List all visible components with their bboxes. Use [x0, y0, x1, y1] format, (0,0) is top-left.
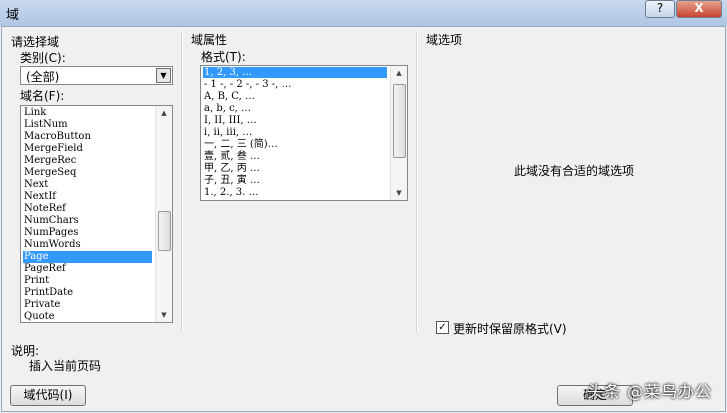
- fieldname-item[interactable]: Quote: [23, 311, 152, 322]
- scroll-up-icon[interactable]: ▲: [156, 106, 172, 120]
- field-dialog: 域 ? X 请选择域 类别(C): (全部) ▼ 域名(F): Link List…: [0, 0, 727, 413]
- scroll-down-icon[interactable]: ▼: [391, 186, 407, 200]
- format-item[interactable]: 一, 二, 三 (简)…: [203, 139, 387, 150]
- format-item[interactable]: 1, 2, 3, …: [203, 67, 387, 78]
- dialog-body: 请选择域 类别(C): (全部) ▼ 域名(F): Link ListNum Mac…: [1, 26, 726, 412]
- fieldname-item[interactable]: PageRef: [23, 263, 152, 275]
- format-item[interactable]: 甲, 乙, 丙 …: [203, 163, 387, 174]
- fieldname-item[interactable]: PrintDate: [23, 287, 152, 299]
- format-item[interactable]: A, B, C, …: [203, 91, 387, 102]
- category-select[interactable]: (全部) ▼: [20, 66, 173, 85]
- title-bar: 域 ? X: [0, 0, 727, 26]
- format-item[interactable]: 子, 丑, 寅 …: [203, 175, 387, 186]
- separator: [181, 31, 183, 333]
- description-text: 插入当前页码: [29, 359, 102, 373]
- fieldname-item[interactable]: Next: [23, 179, 152, 191]
- choose-field-heading: 请选择域: [11, 35, 60, 49]
- no-options-text: 此域没有合适的域选项: [514, 164, 635, 178]
- fieldname-scrollbar[interactable]: ▲ ▼: [155, 106, 172, 322]
- format-item[interactable]: 壹, 贰, 叁 …: [203, 151, 387, 162]
- separator: [416, 31, 418, 333]
- category-label: 类别(C):: [20, 51, 66, 65]
- format-list[interactable]: 1, 2, 3, … - 1 -, - 2 -, - 3 -, … A, B, C,…: [200, 65, 408, 201]
- scroll-up-icon[interactable]: ▲: [391, 66, 407, 80]
- fieldname-item[interactable]: NoteRef: [23, 203, 152, 215]
- fieldname-item[interactable]: Private: [23, 299, 152, 311]
- fieldname-item[interactable]: NumPages: [23, 227, 152, 239]
- dialog-title: 域: [6, 8, 20, 23]
- field-codes-button[interactable]: 域代码(I): [10, 385, 86, 406]
- fieldname-item[interactable]: Link: [23, 107, 152, 119]
- format-item[interactable]: a, b, c, …: [203, 103, 387, 114]
- fieldname-item[interactable]: NumWords: [23, 239, 152, 251]
- category-value: (全部): [26, 70, 60, 84]
- fieldname-item[interactable]: Print: [23, 275, 152, 287]
- help-button[interactable]: ?: [645, 0, 675, 18]
- fieldname-list[interactable]: Link ListNum MacroButton MergeField MergeRec…: [20, 105, 173, 323]
- preserve-format-label[interactable]: 更新时保留原格式(V): [453, 320, 567, 337]
- format-scrollbar[interactable]: ▲ ▼: [390, 66, 407, 200]
- format-item[interactable]: - 1 -, - 2 -, - 3 -, …: [203, 79, 387, 90]
- fieldname-item[interactable]: ListNum: [23, 119, 152, 131]
- fieldname-item[interactable]: MergeSeq: [23, 167, 152, 179]
- fieldname-label: 域名(F):: [20, 89, 65, 103]
- scroll-thumb[interactable]: [393, 84, 406, 158]
- fieldname-item[interactable]: Page: [23, 251, 152, 263]
- format-item[interactable]: i, ii, iii, …: [203, 127, 387, 138]
- fieldname-item[interactable]: NumChars: [23, 215, 152, 227]
- chevron-down-icon[interactable]: ▼: [156, 68, 171, 83]
- fieldname-item[interactable]: MergeField: [23, 143, 152, 155]
- close-button[interactable]: X: [676, 0, 722, 18]
- format-label: 格式(T):: [201, 50, 246, 64]
- field-properties-heading: 域属性: [191, 33, 228, 47]
- watermark: 头条 @菜鸟办公: [587, 382, 713, 401]
- fieldname-item[interactable]: NextIf: [23, 191, 152, 203]
- fieldname-item[interactable]: MergeRec: [23, 155, 152, 167]
- scroll-down-icon[interactable]: ▼: [156, 308, 172, 322]
- preserve-format-checkbox[interactable]: ✓: [436, 321, 449, 334]
- field-options-heading: 域选项: [426, 33, 463, 47]
- fieldname-item[interactable]: MacroButton: [23, 131, 152, 143]
- format-item[interactable]: I, II, III, …: [203, 115, 387, 126]
- format-item[interactable]: 1., 2., 3. …: [203, 187, 387, 198]
- scroll-thumb[interactable]: [158, 211, 171, 251]
